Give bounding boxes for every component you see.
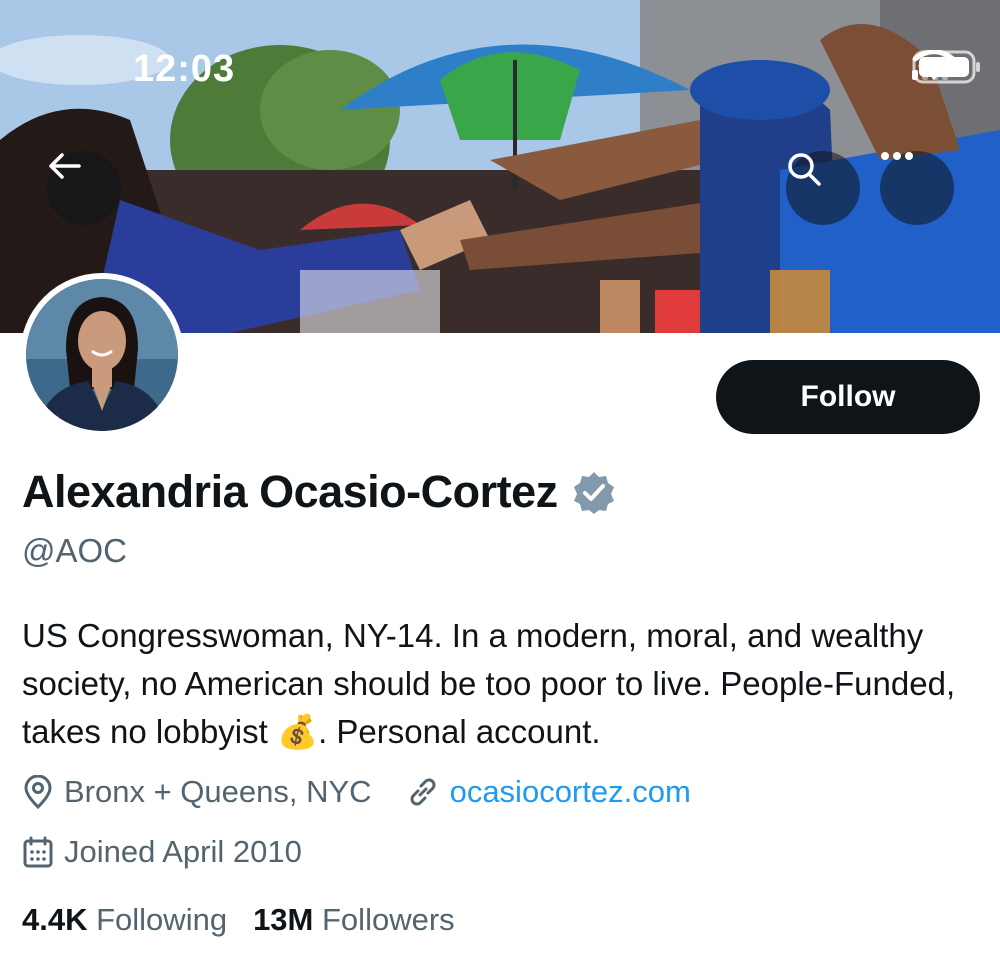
profile-banner[interactable]: 12:03 [0,0,1000,333]
arrow-left-icon [49,153,81,179]
followers-count: 13M [253,902,314,937]
following-label: Following [96,902,228,937]
more-options-button[interactable] [880,151,954,225]
website-item[interactable]: ocasiocortez.com [406,774,691,810]
calendar-icon [23,836,53,868]
location-text: Bronx + Queens, NYC [64,774,372,809]
profile-name-row: Alexandria Ocasio-Cortez [22,466,616,518]
avatar-photo [26,279,178,431]
follow-stats: 4.4K Following 13M Followers [22,902,455,938]
location-pin-icon [24,775,52,809]
status-bar-time: 12:03 [133,48,236,90]
followers-label: Followers [322,902,455,937]
display-name: Alexandria Ocasio-Cortez [22,466,558,517]
joined-row: Joined April 2010 [22,834,336,870]
back-button[interactable] [47,151,121,225]
verified-badge-icon[interactable] [572,470,616,514]
profile-avatar[interactable] [20,273,184,437]
followers-stat[interactable]: 13M Followers [253,902,455,938]
profile-handle: @AOC [22,532,128,569]
bio-text-end: . Personal account. [318,713,601,750]
joined-item: Joined April 2010 [22,834,302,870]
following-stat[interactable]: 4.4K Following [22,902,227,938]
profile-meta-row: Bronx + Queens, NYC ocasiocortez.com [22,774,725,810]
more-horizontal-icon [881,152,913,160]
location-item: Bronx + Queens, NYC [22,774,372,810]
following-count: 4.4K [22,902,88,937]
joined-text: Joined April 2010 [64,834,302,869]
follow-button[interactable]: Follow [716,360,980,434]
search-icon [788,153,821,186]
profile-bio: US Congresswoman, NY-14. In a modern, mo… [22,612,982,756]
website-link[interactable]: ocasiocortez.com [450,774,691,810]
money-bag-emoji: 💰 [276,713,319,750]
link-icon [410,778,436,806]
search-button[interactable] [786,151,860,225]
battery-icon [912,50,980,84]
